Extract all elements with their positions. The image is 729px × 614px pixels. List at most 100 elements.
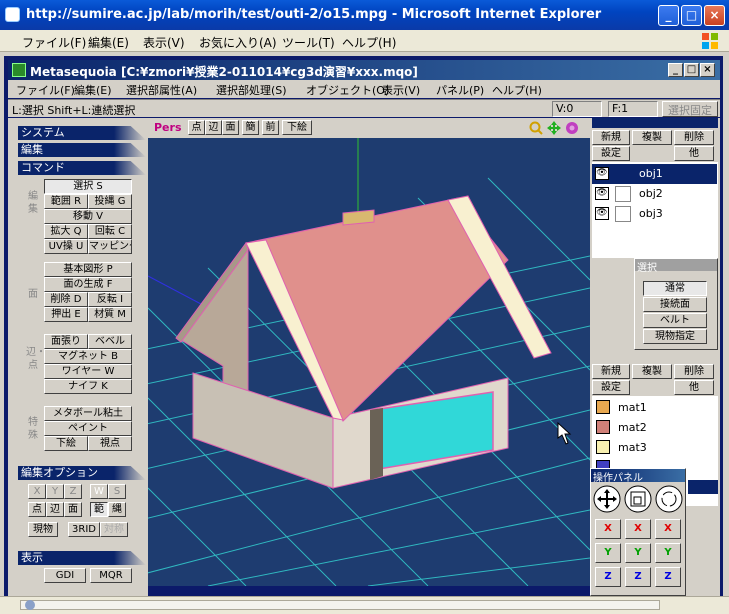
menu-tools[interactable]: ツール(T) <box>282 34 335 51</box>
axis-z-toggle[interactable]: Z <box>64 484 82 499</box>
app-close-button[interactable]: × <box>700 63 715 77</box>
scale-button[interactable]: 拡大 Q <box>44 224 88 239</box>
pan-icon[interactable] <box>547 121 561 135</box>
invert-button[interactable]: 反転 I <box>88 292 132 307</box>
edge-toggle[interactable]: 辺 <box>46 502 64 517</box>
3d-viewport[interactable] <box>148 138 590 586</box>
material-name[interactable]: mat2 <box>618 421 647 434</box>
mapping-button[interactable]: マッピング <box>88 239 132 254</box>
scale-x-button[interactable]: X <box>625 519 651 539</box>
knife-button[interactable]: ナイフ K <box>44 379 132 394</box>
screen-toggle[interactable]: S <box>108 484 126 499</box>
close-button[interactable]: × <box>704 5 725 26</box>
rotate-mode-icon[interactable] <box>655 485 683 513</box>
material-name[interactable]: mat3 <box>618 441 647 454</box>
extrude-button[interactable]: 押出 E <box>44 307 88 322</box>
current-toggle[interactable]: 現物 <box>28 522 58 537</box>
material-other-button[interactable]: 他 <box>674 380 714 395</box>
basic-shape-button[interactable]: 基本図形 P <box>44 262 132 277</box>
app-menu-help[interactable]: ヘルプ(H) <box>492 82 542 98</box>
bevel-button[interactable]: ベベル <box>88 334 132 349</box>
scale-z-button[interactable]: Z <box>625 567 651 587</box>
lasso-toggle[interactable]: 縄 <box>108 502 126 517</box>
app-menu-process[interactable]: 選択部処理(S) <box>216 82 287 98</box>
select-current-button[interactable]: 現物指定 <box>643 329 707 344</box>
menu-edit[interactable]: 編集(E) <box>88 34 129 51</box>
wire-button[interactable]: ワイヤー W <box>44 364 132 379</box>
face-toggle[interactable]: 面 <box>64 502 82 517</box>
app-minimize-button[interactable]: _ <box>668 63 683 77</box>
rotate-y-button[interactable]: Y <box>655 543 681 563</box>
app-menu-edit[interactable]: 編集(E) <box>74 82 112 98</box>
range-button[interactable]: 範囲 R <box>44 194 88 209</box>
select-belt-button[interactable]: ベルト <box>643 313 707 328</box>
simple-view-toggle[interactable]: 簡 <box>242 120 259 135</box>
visibility-eye-icon[interactable]: 👁 <box>595 207 609 220</box>
seek-thumb[interactable] <box>25 600 35 610</box>
grid-toggle[interactable]: 3RID <box>68 522 100 537</box>
app-menu-view[interactable]: 表示(V) <box>382 82 420 98</box>
select-normal-button[interactable]: 通常 <box>643 281 707 296</box>
app-menu-object[interactable]: オブジェクト(O) <box>306 82 389 98</box>
axis-x-toggle[interactable]: X <box>28 484 46 499</box>
move-z-button[interactable]: Z <box>595 567 621 587</box>
rotate-view-icon[interactable] <box>566 122 578 134</box>
underlay-view-toggle[interactable]: 下絵 <box>282 120 312 135</box>
menu-favorites[interactable]: お気に入り(A) <box>199 34 277 51</box>
view-edge-toggle[interactable]: 辺 <box>205 120 222 135</box>
media-seek-bar[interactable] <box>20 600 660 610</box>
material-settings-button[interactable]: 設定 <box>592 380 630 395</box>
object-other-button[interactable]: 他 <box>674 146 714 161</box>
menu-file[interactable]: ファイル(F) <box>22 34 86 51</box>
material-name[interactable]: mat1 <box>618 401 647 414</box>
world-toggle[interactable]: W <box>90 484 108 499</box>
scale-mode-icon[interactable] <box>624 485 652 513</box>
lock-box[interactable] <box>615 206 631 222</box>
front-view-toggle[interactable]: 前 <box>262 120 279 135</box>
app-menu-panel[interactable]: パネル(P) <box>436 82 484 98</box>
axis-y-toggle[interactable]: Y <box>46 484 64 499</box>
uv-button[interactable]: UV操 U <box>44 239 88 254</box>
material-delete-button[interactable]: 削除 <box>674 364 714 379</box>
delete-button[interactable]: 削除 D <box>44 292 88 307</box>
face-stretch-button[interactable]: 面張り <box>44 334 88 349</box>
lock-box[interactable] <box>615 186 631 202</box>
metaball-button[interactable]: メタボール粘土 <box>44 406 132 421</box>
scale-y-button[interactable]: Y <box>625 543 651 563</box>
select-button[interactable]: 選択 S <box>44 179 132 194</box>
3d-scene[interactable] <box>148 138 590 586</box>
point-toggle[interactable]: 点 <box>28 502 46 517</box>
app-maximize-button[interactable]: □ <box>684 63 699 77</box>
material-new-button[interactable]: 新規 <box>592 364 630 379</box>
face-generate-button[interactable]: 面の生成 F <box>44 277 132 292</box>
visibility-eye-icon[interactable]: 👁 <box>595 187 609 200</box>
rotate-button[interactable]: 回転 C <box>88 224 132 239</box>
object-new-button[interactable]: 新規 <box>592 130 630 145</box>
move-x-button[interactable]: X <box>595 519 621 539</box>
magnet-button[interactable]: マグネット B <box>44 349 132 364</box>
maximize-button[interactable]: □ <box>681 5 702 26</box>
perspective-toggle[interactable]: Pers <box>154 121 182 134</box>
view-point-toggle[interactable]: 点 <box>188 120 205 135</box>
section-command[interactable]: コマンド <box>18 161 146 175</box>
paint-button[interactable]: ペイント <box>44 421 132 436</box>
view-face-toggle[interactable]: 面 <box>222 120 239 135</box>
underlay-button[interactable]: 下絵 <box>44 436 88 451</box>
section-edit[interactable]: 編集 <box>18 143 146 157</box>
material-button[interactable]: 材質 M <box>88 307 132 322</box>
select-connected-button[interactable]: 接続面 <box>643 297 707 312</box>
viewpoint-button[interactable]: 視点 <box>88 436 132 451</box>
zoom-icon[interactable] <box>529 121 543 135</box>
lock-selection-button[interactable]: 選択固定 <box>662 101 718 117</box>
object-delete-button[interactable]: 削除 <box>674 130 714 145</box>
section-edit-option[interactable]: 編集オプション <box>18 466 146 480</box>
visibility-eye-icon[interactable]: 👁 <box>595 167 609 180</box>
section-display[interactable]: 表示 <box>18 551 146 565</box>
rotate-x-button[interactable]: X <box>655 519 681 539</box>
move-mode-icon[interactable] <box>593 485 621 513</box>
app-menu-file[interactable]: ファイル(F) <box>16 82 75 98</box>
object-copy-button[interactable]: 複製 <box>632 130 672 145</box>
object-settings-button[interactable]: 設定 <box>592 146 630 161</box>
menu-view[interactable]: 表示(V) <box>143 34 185 51</box>
object-row-obj3[interactable]: 👁 obj3 <box>592 204 717 224</box>
